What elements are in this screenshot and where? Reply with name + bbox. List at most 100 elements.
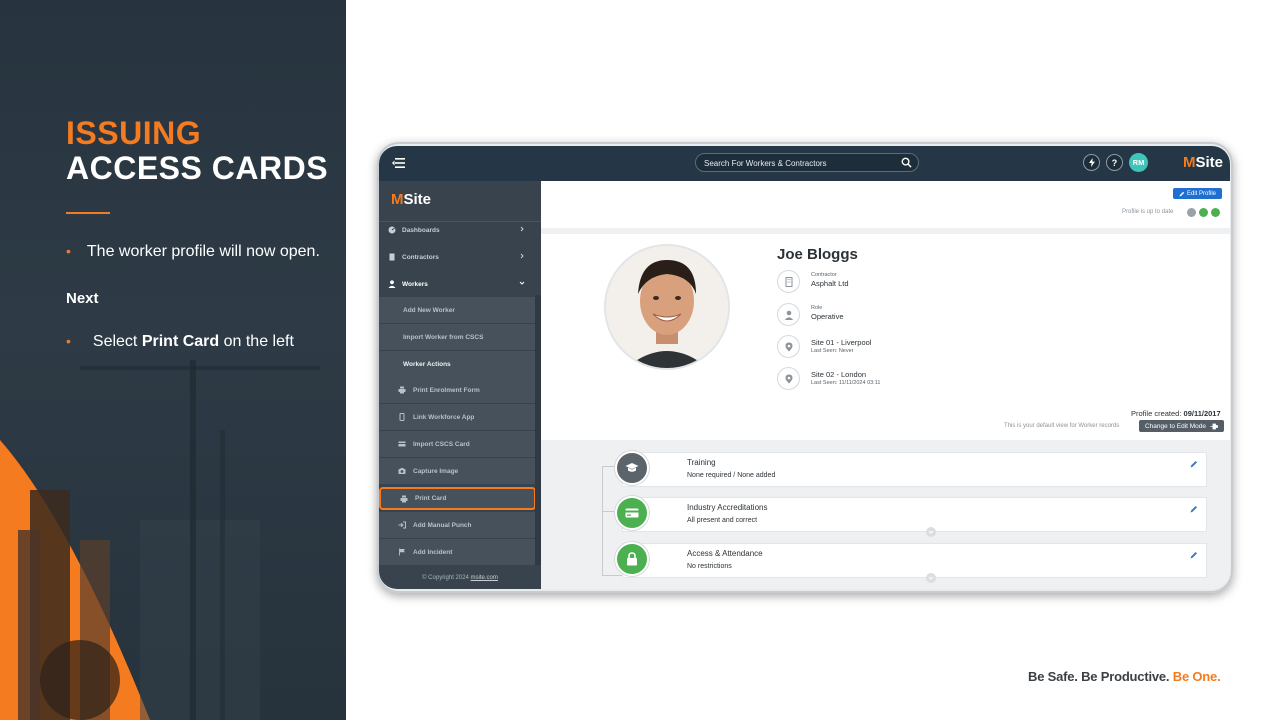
logo-site: Site (1195, 154, 1224, 171)
sidebar-item-workers[interactable]: Workers (379, 271, 541, 297)
search-bar (695, 153, 919, 172)
edit-profile-button[interactable]: Edit Profile (1173, 188, 1222, 199)
sidebar-item-dashboards[interactable]: Dashboards (379, 217, 541, 243)
printer-icon (400, 495, 408, 502)
sidebar-item-label: Add Incident (413, 548, 453, 556)
lightning-icon (1088, 158, 1095, 167)
main-content: Edit Profile Profile is up to date Joe B… (541, 181, 1230, 589)
site-2-name: Site 02 - London (811, 370, 867, 379)
sidebar-item-import-cscs[interactable]: Import CSCS Card (379, 431, 535, 457)
sidebar-item-add-new-worker[interactable]: Add New Worker (379, 297, 535, 323)
dashboard-icon (388, 226, 396, 234)
id-card-icon (398, 441, 406, 447)
msite-link[interactable]: msite.com (471, 575, 498, 581)
section-card-accreditations[interactable]: Industry Accreditations All present and … (622, 497, 1207, 532)
worker-portrait-image (606, 246, 728, 368)
search-icon[interactable] (901, 157, 912, 168)
logo-m: M (391, 191, 404, 208)
sidebar-item-print-enrolment[interactable]: Print Enrolment Form (379, 377, 535, 403)
chevron-down-icon (928, 576, 934, 580)
sidebar-item-label: Print Card (415, 495, 447, 502)
accreditations-desc: All present and correct (687, 517, 758, 524)
sidebar-item-link-workforce[interactable]: Link Workforce App (379, 404, 535, 430)
chevron-down-icon (928, 530, 934, 534)
help-button[interactable]: ? (1106, 154, 1123, 171)
site-2-last-seen: Last Seen: 11/11/2024 03:11 (811, 380, 881, 386)
logo-m: M (1183, 154, 1196, 171)
chevron-down-icon (519, 281, 525, 285)
expand-accreditations-toggle[interactable] (926, 527, 936, 537)
user-icon (388, 280, 396, 288)
msite-logo-sidebar: MSite (391, 191, 431, 211)
edit-pencil-icon[interactable] (1190, 460, 1198, 468)
user-avatar[interactable]: RM (1129, 153, 1148, 172)
info-icon-wrap (777, 270, 800, 293)
training-icon-circle (615, 451, 649, 485)
title-divider (66, 212, 110, 214)
tagline-main: Be Safe. Be Productive. (1028, 669, 1173, 684)
chevron-right-icon (520, 226, 524, 232)
profile-status-text: Profile is up to date (1122, 209, 1174, 215)
change-to-edit-mode-button[interactable]: Change to Edit Mode (1139, 420, 1224, 432)
section-card-access[interactable]: Access & Attendance No restrictions (622, 543, 1207, 578)
top-navbar: ? RM MSite (379, 146, 1230, 181)
sidebar: MSite Dashboards Contractors Workers Add… (379, 181, 541, 589)
sidebar-item-worker-actions[interactable]: Worker Actions (379, 351, 535, 377)
timeline-connector (602, 466, 603, 575)
pin-icon (1210, 423, 1218, 429)
sidebar-item-add-incident[interactable]: Add Incident (379, 539, 535, 565)
sidebar-item-print-card[interactable]: Print Card (379, 487, 536, 510)
bullet-worker-profile: • The worker profile will now open. (66, 243, 320, 261)
sidebar-item-label: Dashboards (402, 226, 440, 234)
building-icon (389, 253, 395, 261)
app-screen: ? RM MSite MSite Dashboards Contractors … (379, 146, 1230, 589)
sidebar-item-add-manual-punch[interactable]: Add Manual Punch (379, 512, 535, 538)
slide-title-line1: ISSUING (66, 115, 202, 151)
worker-name: Joe Bloggs (777, 246, 858, 263)
role-value: Operative (811, 312, 844, 321)
sidebar-item-label: Add New Worker (403, 306, 455, 314)
help-icon: ? (1111, 157, 1118, 168)
sidebar-item-capture-image[interactable]: Capture Image (379, 458, 535, 484)
copyright-text: © Copyright 2024 msite.com (379, 575, 541, 581)
flag-icon (399, 548, 405, 556)
sidebar-item-label: Workers (402, 280, 428, 288)
info-icon-wrap (777, 335, 800, 358)
menu-toggle-icon[interactable] (391, 155, 407, 171)
bullet-select-print-card: • Select Print Card on the left (66, 333, 294, 351)
accreditations-title: Industry Accreditations (687, 503, 768, 512)
training-title: Training (687, 458, 716, 467)
training-desc: None required / None added (687, 472, 776, 479)
edit-pencil-icon[interactable] (1190, 551, 1198, 559)
site-1-last-seen: Last Seen: Never (811, 348, 854, 354)
chevron-right-icon (520, 253, 524, 259)
edit-pencil-icon[interactable] (1190, 505, 1198, 513)
printer-icon (398, 386, 406, 394)
construction-background-image (0, 360, 320, 720)
worker-photo (604, 244, 730, 370)
credit-card-icon (625, 508, 639, 518)
sidebar-item-label: Contractors (402, 253, 439, 261)
sidebar-item-import-worker[interactable]: Import Worker from CSCS (379, 324, 535, 350)
sidebar-item-label: Link Workforce App (413, 413, 475, 421)
building-icon (785, 277, 793, 287)
sign-in-icon (398, 521, 406, 529)
slide-title-line2: ACCESS CARDS (66, 150, 329, 186)
worker-profile-card: Joe Bloggs Contractor Asphalt Ltd Role O… (541, 234, 1230, 440)
search-input[interactable] (704, 156, 894, 170)
access-desc: No restrictions (687, 563, 732, 570)
quick-actions-button[interactable] (1083, 154, 1100, 171)
pencil-icon (1179, 191, 1185, 196)
bullet-text-prefix: Select (92, 333, 142, 350)
bullet-text-bold: Print Card (141, 333, 220, 350)
expand-access-toggle[interactable] (926, 573, 936, 583)
status-dot-grey (1187, 208, 1196, 217)
default-view-note: This is your default view for Worker rec… (1004, 423, 1120, 429)
profile-created: Profile created: 09/11/2017 (1131, 409, 1221, 418)
edit-mode-label: Change to Edit Mode (1144, 422, 1207, 430)
section-card-training[interactable]: Training None required / None added (622, 452, 1207, 487)
slide-title: ISSUING ACCESS CARDS (66, 116, 328, 186)
accreditations-icon-circle (615, 496, 649, 530)
sidebar-item-contractors[interactable]: Contractors (379, 244, 541, 270)
map-pin-icon (785, 342, 793, 352)
